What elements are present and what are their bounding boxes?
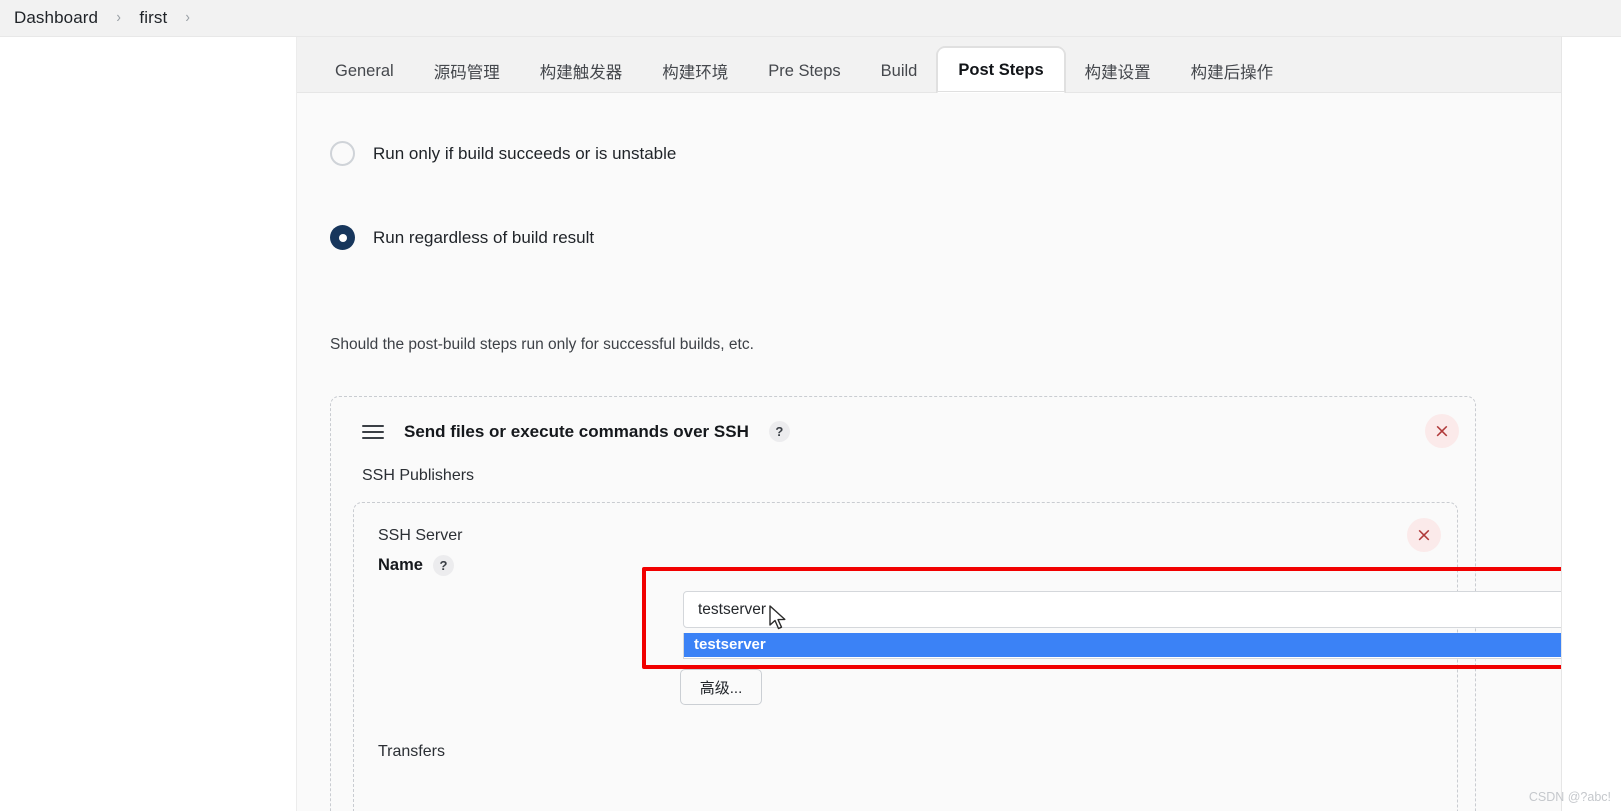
post-steps-form: Run only if build succeeds or is unstabl… xyxy=(297,93,1561,811)
breadcrumb-item-first[interactable]: first xyxy=(133,8,173,28)
dropdown-option-testserver[interactable]: testserver xyxy=(684,633,1561,657)
tab-post-steps[interactable]: Post Steps xyxy=(937,47,1065,93)
radio-label-run-regardless: Run regardless of build result xyxy=(373,227,595,247)
close-icon-ssh-server[interactable]: × xyxy=(1407,518,1441,552)
radio-option-run-if-success[interactable]: Run only if build succeeds or is unstabl… xyxy=(297,141,676,166)
left-sidebar-pane xyxy=(0,37,297,811)
tab-build-triggers[interactable]: 构建触发器 xyxy=(520,49,643,93)
help-icon-publisher[interactable]: ? xyxy=(768,421,790,442)
ssh-publisher-header: Send files or execute commands over SSH … xyxy=(331,397,1475,442)
ssh-server-dropdown-list[interactable]: testserver xyxy=(683,633,1561,659)
hamburger-icon[interactable] xyxy=(362,424,384,439)
help-icon-name[interactable]: ? xyxy=(432,555,454,576)
tab-build-settings[interactable]: 构建设置 xyxy=(1065,49,1171,93)
tab-build[interactable]: Build xyxy=(861,49,938,93)
tab-source-management[interactable]: 源码管理 xyxy=(414,49,520,93)
ssh-publishers-label: SSH Publishers xyxy=(362,467,475,484)
ssh-publisher-title: Send files or execute commands over SSH xyxy=(404,421,749,441)
tab-post-build-actions[interactable]: 构建后操作 xyxy=(1171,49,1294,93)
watermark: CSDN @?abc! xyxy=(1528,790,1611,804)
breadcrumb: Dashboard › first › xyxy=(0,0,1621,37)
radio-circle-unchecked[interactable] xyxy=(330,141,355,166)
tab-build-environment[interactable]: 构建环境 xyxy=(642,49,748,93)
app-root: Dashboard › first › General 源码管理 构建触发器 构… xyxy=(0,0,1621,811)
radio-label-run-if-success: Run only if build succeeds or is unstabl… xyxy=(373,143,677,163)
config-tabs: General 源码管理 构建触发器 构建环境 Pre Steps Build … xyxy=(297,37,1561,93)
right-blank-pane xyxy=(1562,37,1621,811)
ssh-server-label: SSH Server xyxy=(378,527,463,544)
close-icon-publisher[interactable]: × xyxy=(1425,414,1459,448)
name-field-label-row: Name ? xyxy=(378,555,454,576)
tab-pre-steps[interactable]: Pre Steps xyxy=(748,49,860,93)
ssh-server-name-value: testserver xyxy=(698,600,767,618)
main-content-panel: General 源码管理 构建触发器 构建环境 Pre Steps Build … xyxy=(297,37,1562,811)
ssh-server-name-select[interactable]: testserver ▾ xyxy=(683,591,1561,628)
breadcrumb-separator-icon: › xyxy=(116,9,122,26)
breadcrumb-separator-icon-2: › xyxy=(185,9,191,26)
radio-circle-checked[interactable] xyxy=(330,225,355,250)
post-steps-help-text: Should the post-build steps run only for… xyxy=(330,336,754,353)
name-label: Name xyxy=(378,556,423,574)
tab-general[interactable]: General xyxy=(315,49,414,93)
radio-option-run-regardless[interactable]: Run regardless of build result xyxy=(297,225,594,250)
advanced-button[interactable]: 高级... xyxy=(680,669,762,705)
transfers-label: Transfers xyxy=(378,743,445,760)
breadcrumb-item-dashboard[interactable]: Dashboard xyxy=(8,8,104,28)
